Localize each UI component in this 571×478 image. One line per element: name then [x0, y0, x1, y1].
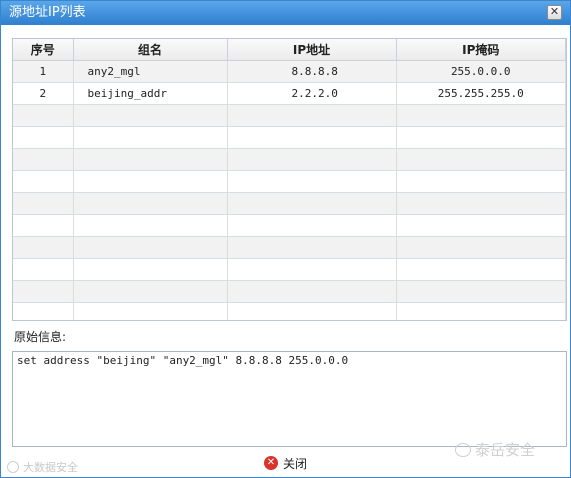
empty-cell	[227, 170, 397, 193]
cell-group-name: any2_mgl	[73, 60, 228, 83]
empty-cell	[396, 170, 566, 193]
empty-cell	[73, 104, 228, 127]
empty-cell	[13, 280, 74, 303]
empty-cell	[227, 258, 397, 281]
empty-cell	[227, 148, 397, 171]
empty-cell	[13, 192, 74, 215]
empty-cell	[73, 280, 228, 303]
column-header-group-name[interactable]: 组名	[73, 39, 228, 61]
empty-cell	[396, 192, 566, 215]
cell-group-name: beijing_addr	[73, 82, 228, 105]
empty-cell	[396, 214, 566, 237]
empty-cell	[13, 258, 74, 281]
close-button[interactable]: ✕ 关闭	[264, 454, 307, 472]
table-row-empty	[13, 192, 566, 215]
empty-cell	[396, 126, 566, 149]
empty-cell	[13, 104, 74, 127]
empty-cell	[73, 126, 228, 149]
column-header-ip-address[interactable]: IP地址	[227, 39, 397, 61]
empty-cell	[73, 258, 228, 281]
table-row-empty	[13, 148, 566, 171]
empty-cell	[227, 192, 397, 215]
empty-cell	[73, 236, 228, 259]
column-header-index[interactable]: 序号	[13, 39, 74, 61]
cell-ip-mask: 255.255.255.0	[396, 82, 566, 105]
table-header-row: 序号 组名 IP地址 IP掩码	[13, 39, 566, 61]
empty-cell	[73, 192, 228, 215]
empty-cell	[73, 214, 228, 237]
empty-cell	[13, 170, 74, 193]
empty-cell	[396, 280, 566, 303]
empty-cell	[73, 148, 228, 171]
empty-cell	[227, 214, 397, 237]
watermark-left: 大数据安全	[7, 459, 78, 475]
table-row[interactable]: 1 any2_mgl 8.8.8.8 255.0.0.0	[13, 60, 566, 83]
empty-cell	[227, 126, 397, 149]
empty-cell	[73, 170, 228, 193]
close-window-button[interactable]: ✕	[547, 5, 562, 20]
ip-table: 序号 组名 IP地址 IP掩码 1 any2_mgl 8.8.8.8 255.0…	[12, 38, 567, 321]
table-row-empty	[13, 258, 566, 281]
empty-cell	[227, 280, 397, 303]
empty-cell	[227, 104, 397, 127]
watermark-left-text: 大数据安全	[23, 461, 78, 474]
ip-list-dialog: 源地址IP列表 ✕ 序号 组名 IP地址 IP掩码 1 any2_mgl 8.8…	[0, 0, 571, 478]
raw-info-textarea[interactable]: set address "beijing" "any2_mgl" 8.8.8.8…	[12, 351, 567, 447]
close-icon: ✕	[549, 5, 560, 18]
empty-cell	[73, 302, 228, 320]
chat-bubble-icon	[455, 442, 471, 457]
title-bar[interactable]: 源地址IP列表 ✕	[1, 1, 570, 25]
empty-cell	[13, 214, 74, 237]
column-header-ip-mask[interactable]: IP掩码	[396, 39, 566, 61]
empty-cell	[13, 236, 74, 259]
table-row-empty	[13, 104, 566, 127]
cell-ip-address: 8.8.8.8	[227, 60, 397, 83]
watermark-right-text: 泰岳安全	[475, 441, 536, 459]
empty-cell	[396, 302, 566, 320]
dialog-title: 源地址IP列表	[9, 5, 86, 20]
empty-cell	[396, 236, 566, 259]
table-row-empty	[13, 280, 566, 303]
empty-cell	[396, 148, 566, 171]
table-row-empty	[13, 236, 566, 259]
empty-cell	[13, 148, 74, 171]
cell-index: 2	[13, 82, 74, 105]
raw-info-label: 原始信息:	[14, 330, 67, 344]
empty-cell	[396, 258, 566, 281]
empty-cell	[227, 236, 397, 259]
watermark-right: 泰岳安全	[455, 439, 535, 460]
table-row[interactable]: 2 beijing_addr 2.2.2.0 255.255.255.0	[13, 82, 566, 105]
cell-index: 1	[13, 60, 74, 83]
table-row-empty	[13, 302, 566, 320]
cell-ip-address: 2.2.2.0	[227, 82, 397, 105]
table-row-empty	[13, 170, 566, 193]
table-row-empty	[13, 214, 566, 237]
table-row-empty	[13, 126, 566, 149]
close-button-label: 关闭	[283, 456, 308, 471]
x-circle-icon: ✕	[264, 456, 278, 470]
cell-ip-mask: 255.0.0.0	[396, 60, 566, 83]
logo-icon	[7, 461, 19, 473]
empty-cell	[396, 104, 566, 127]
empty-cell	[227, 302, 397, 320]
empty-cell	[13, 126, 74, 149]
empty-cell	[13, 302, 74, 320]
